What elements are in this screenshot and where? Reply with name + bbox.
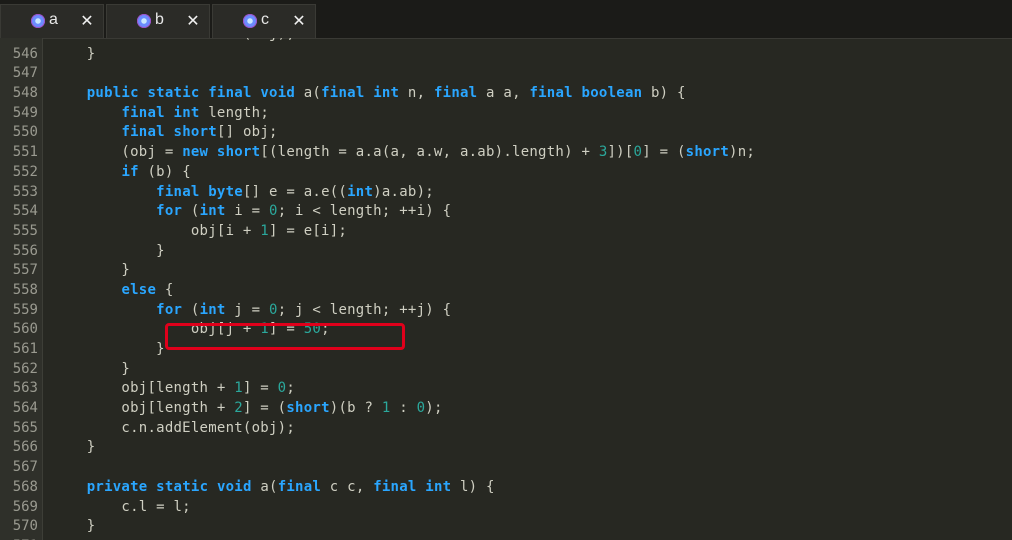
code-text: (obj = new short[(length = a.a(a, a.w, a…: [52, 144, 756, 161]
code-text: }: [52, 45, 96, 62]
code-editor[interactable]: 545 c.n.addElement(obj); 546 } 547 548 publ…: [0, 38, 1012, 540]
line-number: 547: [12, 65, 38, 82]
line-number: 570: [12, 518, 38, 535]
tab-label: a: [49, 11, 58, 28]
tab-bar: a ✕ b ✕ c ✕: [0, 0, 1012, 39]
highlight-box: [165, 323, 405, 350]
code-text: if (b) {: [121, 163, 191, 180]
code-text: c.n.addElement(obj);: [52, 419, 296, 436]
line-number: 550: [12, 124, 38, 141]
line-number: 563: [12, 380, 38, 397]
line-number: 558: [12, 281, 38, 298]
line-number: 555: [12, 222, 38, 239]
line-number: 561: [12, 341, 38, 357]
line-number: 553: [12, 183, 38, 200]
line-number: 569: [12, 498, 38, 515]
class-file-icon: [31, 14, 45, 28]
line-number: 546: [12, 45, 38, 62]
tab-b[interactable]: b ✕: [106, 4, 210, 38]
line-number: 559: [12, 301, 38, 318]
line-number: 554: [12, 203, 38, 220]
line-number: 564: [12, 400, 38, 417]
code-text: for (int j = 0; j < length; ++j) {: [156, 301, 452, 318]
tab-label: b: [155, 11, 164, 28]
code-text: final short[] obj;: [121, 124, 278, 141]
code-text: obj[i + 1] = e[i];: [52, 222, 348, 239]
code-text: obj[length + 2] = (short)(b ? 1 : 0);: [52, 400, 443, 417]
tab-c[interactable]: c ✕: [212, 4, 316, 38]
code-text: final byte[] e = a.e((int)a.ab);: [156, 183, 434, 200]
code-text: }: [52, 439, 96, 456]
code-text: public static final void a(final int n, …: [86, 85, 686, 102]
line-number: 566: [12, 439, 38, 456]
line-number: 552: [12, 163, 38, 180]
code-text: for (int i = 0; i < length; ++i) {: [156, 203, 452, 220]
line-number: 565: [12, 419, 38, 436]
code-text: c.n.addElement(obj);: [52, 38, 295, 45]
class-file-icon: [137, 14, 151, 28]
class-file-icon: [243, 14, 257, 28]
line-number: 560: [12, 321, 38, 338]
code-text: }: [52, 262, 131, 279]
code-text: }: [52, 518, 96, 535]
code-text: }: [52, 341, 165, 357]
line-number: 548: [12, 85, 38, 102]
line-number: 549: [12, 104, 38, 121]
line-number: 551: [12, 144, 38, 161]
close-icon[interactable]: ✕: [185, 11, 201, 31]
code-text: }: [52, 242, 165, 259]
line-number: 567: [12, 459, 38, 476]
tab-label: c: [261, 11, 269, 28]
code-text: c.l = l;: [52, 498, 191, 515]
line-number: 556: [12, 242, 38, 259]
close-icon[interactable]: ✕: [79, 11, 95, 31]
line-number: 557: [12, 262, 38, 279]
line-number: 568: [12, 478, 38, 495]
code-text: final int length;: [121, 104, 270, 121]
code-text: obj[length + 1] = 0;: [52, 380, 296, 397]
code-text: private static void a(final c c, final i…: [86, 478, 495, 495]
tab-a[interactable]: a ✕: [0, 4, 104, 38]
line-number: 545: [0, 38, 38, 45]
code-text: else {: [121, 281, 174, 298]
code-text: }: [52, 360, 131, 377]
close-icon[interactable]: ✕: [291, 11, 307, 31]
line-number: 562: [12, 360, 38, 377]
